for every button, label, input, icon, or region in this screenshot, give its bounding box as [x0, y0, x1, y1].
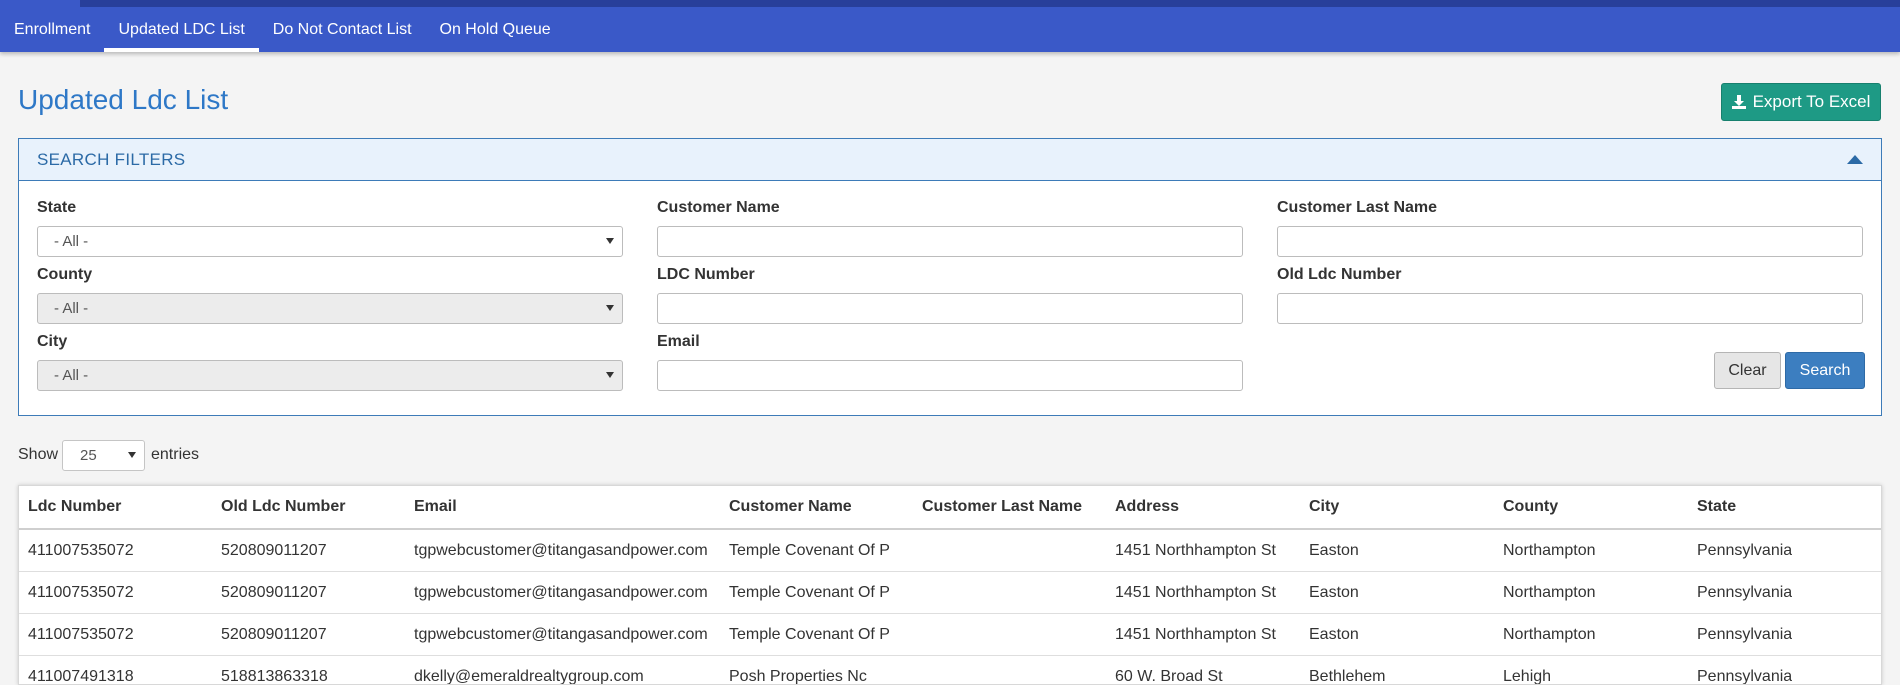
cell-email: tgpwebcustomer@titangasandpower.com: [414, 584, 708, 601]
customer-name-input[interactable]: [657, 226, 1243, 257]
show-label: Show: [18, 446, 59, 463]
cell-old-ldc-number: 518813863318: [221, 668, 328, 685]
nav-tabs: Enrollment Updated LDC List Do Not Conta…: [0, 7, 565, 52]
cell-county: Northampton: [1503, 584, 1596, 601]
chevron-down-icon: [606, 238, 614, 244]
cell-county: Northampton: [1503, 626, 1596, 643]
state-select[interactable]: - All -: [37, 226, 623, 257]
column-header-customer-name[interactable]: Customer Name: [729, 486, 909, 528]
results-table: Ldc Number Old Ldc Number Email Customer…: [18, 485, 1882, 685]
cell-customer-name: Posh Properties Nc: [729, 668, 867, 685]
page-length-value: 25: [80, 447, 97, 464]
table-header-row: Ldc Number Old Ldc Number Email Customer…: [19, 486, 1881, 530]
table-row[interactable]: 411007535072 520809011207 tgpwebcustomer…: [19, 572, 1881, 614]
search-button[interactable]: Search: [1785, 352, 1865, 389]
nav-tab-updated-ldc-list[interactable]: Updated LDC List: [104, 7, 260, 52]
column-header-address[interactable]: Address: [1115, 486, 1300, 528]
city-label: City: [37, 333, 68, 350]
ldc-number-label: LDC Number: [657, 266, 755, 283]
cell-state: Pennsylvania: [1697, 668, 1793, 685]
navbar-top-strip: [80, 0, 1900, 7]
cell-address: 1451 Northhampton St: [1115, 626, 1276, 643]
cell-address: 1451 Northhampton St: [1115, 584, 1276, 601]
cell-customer-name: Temple Covenant Of P: [729, 584, 890, 601]
old-ldc-number-input[interactable]: [1277, 293, 1863, 324]
cell-city: Easton: [1309, 584, 1359, 601]
nav-tab-on-hold-queue[interactable]: On Hold Queue: [426, 7, 565, 52]
collapse-caret-icon[interactable]: [1847, 155, 1863, 164]
cell-email: tgpwebcustomer@titangasandpower.com: [414, 542, 708, 559]
cell-customer-name: Temple Covenant Of P: [729, 542, 890, 559]
cell-ldc-number: 411007535072: [28, 626, 134, 643]
search-filters-title: SEARCH FILTERS: [37, 149, 186, 169]
page-length-select[interactable]: 25: [62, 440, 145, 471]
cell-old-ldc-number: 520809011207: [221, 626, 327, 643]
county-select-value: - All -: [54, 300, 89, 317]
cell-ldc-number: 411007535072: [28, 542, 134, 559]
cell-city: Bethlehem: [1309, 668, 1386, 685]
search-filters-header[interactable]: SEARCH FILTERS: [19, 139, 1881, 181]
cell-state: Pennsylvania: [1697, 542, 1793, 559]
column-header-ldc-number[interactable]: Ldc Number: [28, 486, 208, 528]
cell-customer-name: Temple Covenant Of P: [729, 626, 890, 643]
city-select[interactable]: - All -: [37, 360, 623, 391]
cell-county: Northampton: [1503, 542, 1596, 559]
cell-ldc-number: 411007491318: [28, 668, 134, 685]
cell-state: Pennsylvania: [1697, 584, 1793, 601]
cell-state: Pennsylvania: [1697, 626, 1793, 643]
chevron-down-icon: [128, 452, 136, 458]
state-select-value: - All -: [54, 233, 89, 250]
cell-city: Easton: [1309, 542, 1359, 559]
entries-label: entries: [151, 446, 200, 463]
nav-tab-do-not-contact-list[interactable]: Do Not Contact List: [259, 7, 426, 52]
page-title: Updated Ldc List: [18, 84, 229, 115]
column-header-county[interactable]: County: [1503, 486, 1683, 528]
table-row[interactable]: 411007535072 520809011207 tgpwebcustomer…: [19, 530, 1881, 572]
city-select-value: - All -: [54, 367, 89, 384]
customer-name-label: Customer Name: [657, 199, 780, 216]
cell-ldc-number: 411007535072: [28, 584, 134, 601]
table-row[interactable]: 411007535072 520809011207 tgpwebcustomer…: [19, 614, 1881, 656]
export-button-label: Export To Excel: [1752, 92, 1871, 111]
cell-address: 60 W. Broad St: [1115, 668, 1223, 685]
column-header-email[interactable]: Email: [414, 486, 714, 528]
county-label: County: [37, 266, 93, 283]
column-header-old-ldc-number[interactable]: Old Ldc Number: [221, 486, 401, 528]
column-header-customer-last-name[interactable]: Customer Last Name: [922, 486, 1107, 528]
top-navbar: Enrollment Updated LDC List Do Not Conta…: [0, 0, 1900, 52]
cell-email: tgpwebcustomer@titangasandpower.com: [414, 626, 708, 643]
cell-old-ldc-number: 520809011207: [221, 542, 327, 559]
cell-old-ldc-number: 520809011207: [221, 584, 327, 601]
cell-address: 1451 Northhampton St: [1115, 542, 1276, 559]
email-label: Email: [657, 333, 700, 350]
search-filters-panel: SEARCH FILTERS State - All - County - Al…: [18, 138, 1882, 416]
clear-button[interactable]: Clear: [1714, 352, 1781, 389]
chevron-down-icon: [606, 305, 614, 311]
cell-county: Lehigh: [1503, 668, 1552, 685]
ldc-number-input[interactable]: [657, 293, 1243, 324]
column-header-state[interactable]: State: [1697, 486, 1877, 528]
export-to-excel-button[interactable]: Export To Excel: [1721, 83, 1881, 121]
table-row[interactable]: 411007491318 518813863318 dkelly@emerald…: [19, 656, 1881, 685]
customer-last-name-input[interactable]: [1277, 226, 1863, 257]
state-label: State: [37, 199, 77, 216]
customer-last-name-label: Customer Last Name: [1277, 199, 1438, 216]
email-input[interactable]: [657, 360, 1243, 391]
chevron-down-icon: [606, 372, 614, 378]
cell-email: dkelly@emeraldrealtygroup.com: [414, 668, 644, 685]
download-icon: [1731, 95, 1746, 109]
nav-tab-enrollment[interactable]: Enrollment: [0, 7, 104, 52]
cell-city: Easton: [1309, 626, 1359, 643]
column-header-city[interactable]: City: [1309, 486, 1489, 528]
old-ldc-number-label: Old Ldc Number: [1277, 266, 1402, 283]
county-select[interactable]: - All -: [37, 293, 623, 324]
